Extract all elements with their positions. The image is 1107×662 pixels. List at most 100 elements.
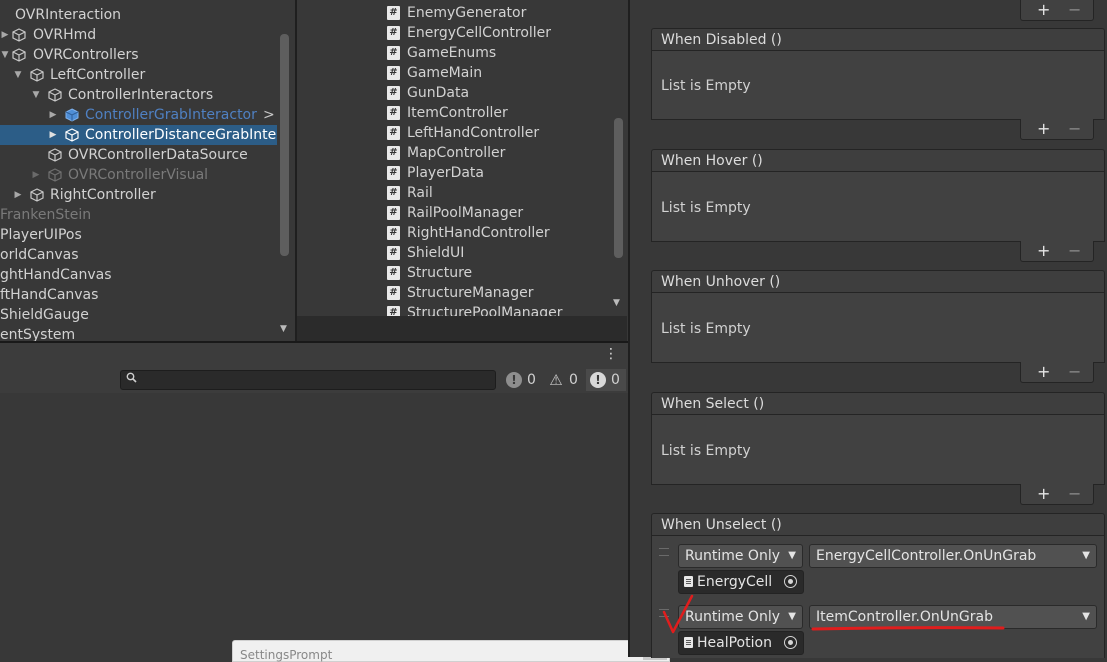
remove-listener-button[interactable]: − <box>1068 484 1081 504</box>
script-label: GameEnums <box>407 45 497 61</box>
chevron-down-icon: ▼ <box>1082 550 1090 561</box>
hierarchy-item-righthandcanvas[interactable]: ghtHandCanvas <box>0 265 280 285</box>
event-header-when-hover: When Hover () <box>651 149 1105 172</box>
project-scroll-down-icon[interactable]: ▼ <box>613 298 620 308</box>
expand-arrow-icon[interactable]: ▶ <box>13 185 23 205</box>
cube-icon <box>12 28 26 42</box>
runtime-mode-dropdown[interactable]: Runtime Only ▼ <box>678 544 803 568</box>
hash-icon: # <box>387 26 400 40</box>
hierarchy-item-label: OVRHmd <box>33 27 97 43</box>
prefab-open-chevron-icon[interactable]: > <box>263 105 275 125</box>
error-count: 0 <box>611 372 620 388</box>
hierarchy-item-label: ftHandCanvas <box>0 287 99 303</box>
log-count: 0 <box>527 372 536 388</box>
script-label: RailPoolManager <box>407 205 524 221</box>
event-header-when-disabled: When Disabled () <box>651 28 1105 51</box>
drag-handle-icon[interactable] <box>659 548 669 556</box>
expand-arrow-icon[interactable]: ▶ <box>48 125 58 145</box>
kebab-menu-icon[interactable]: ⋮ <box>604 345 618 363</box>
error-count-toggle[interactable]: ! 0 <box>586 369 626 391</box>
function-dropdown[interactable]: EnergyCellController.OnUnGrab ▼ <box>809 544 1097 568</box>
hierarchy-item-label: ControllerGrabInteractor <box>85 107 257 123</box>
expand-arrow-icon[interactable]: ▼ <box>0 45 10 65</box>
hash-icon: # <box>387 266 400 280</box>
remove-listener-button[interactable]: − <box>1068 0 1081 20</box>
warning-count-toggle[interactable]: ⚠ 0 <box>544 369 584 391</box>
document-icon <box>684 637 693 648</box>
hierarchy-panel: OVRInteraction ▶ OVRHmd ▼ OVRControllers… <box>0 0 295 341</box>
hierarchy-item-eventsystem[interactable]: entSystem <box>0 325 280 341</box>
script-label: GunData <box>407 85 470 101</box>
event-list-when-hover: List is Empty <box>651 171 1105 242</box>
target-object-field[interactable]: EnergyCell <box>678 570 804 594</box>
project-scrollbar-thumb[interactable] <box>614 118 623 258</box>
script-label: LeftHandController <box>407 125 540 141</box>
expand-arrow-icon[interactable]: ▶ <box>48 105 58 125</box>
hierarchy-item-leftcontroller[interactable]: ▼ LeftController <box>0 65 280 85</box>
hierarchy-item-label: orldCanvas <box>0 247 79 263</box>
error-icon: ! <box>590 372 606 388</box>
hierarchy-item-controllergrabinteractor[interactable]: ▶ ControllerGrabInteractor > <box>0 105 280 125</box>
event-header-when-select: When Select () <box>651 392 1105 415</box>
event-add-remove: + − <box>1020 241 1094 262</box>
chevron-down-icon: ▼ <box>1082 611 1090 622</box>
add-listener-button[interactable]: + <box>1037 362 1050 382</box>
hierarchy-item-label: ShieldGauge <box>0 307 89 323</box>
hierarchy-item-ovrcontrollerdatasource[interactable]: OVRControllerDataSource <box>0 145 280 165</box>
hierarchy-item-ovrhmd[interactable]: ▶ OVRHmd <box>0 25 280 45</box>
hierarchy-item-rightcontroller[interactable]: ▶ RightController <box>0 185 280 205</box>
hierarchy-item-label: OVRControllerVisual <box>68 167 209 183</box>
script-label: RightHandController <box>407 225 550 241</box>
hierarchy-item-ovrcontrollers[interactable]: ▼ OVRControllers <box>0 45 280 65</box>
cube-icon <box>30 68 44 82</box>
cube-icon <box>65 128 79 142</box>
hierarchy-item-controllerinteractors[interactable]: ▼ ControllerInteractors <box>0 85 280 105</box>
hierarchy-item-label: entSystem <box>0 327 76 341</box>
object-field-value: EnergyCell <box>697 574 773 590</box>
hierarchy-item-playeruipos[interactable]: PlayerUIPos <box>0 225 280 245</box>
hierarchy-scroll-down-icon[interactable]: ▼ <box>280 324 287 334</box>
script-label: EnemyGenerator <box>407 5 527 21</box>
hierarchy-scrollbar-thumb[interactable] <box>280 34 289 256</box>
hash-icon: # <box>387 286 400 300</box>
hash-icon: # <box>387 46 400 60</box>
expand-arrow-icon[interactable]: ▼ <box>31 85 41 105</box>
event-list-when-select: List is Empty <box>651 414 1105 485</box>
script-label: MapController <box>407 145 506 161</box>
target-icon[interactable] <box>784 575 797 588</box>
script-label: PlayerData <box>407 165 484 181</box>
expand-arrow-icon[interactable]: ▼ <box>13 65 23 85</box>
target-icon[interactable] <box>784 636 797 649</box>
hash-icon: # <box>387 66 400 80</box>
script-label: StructurePoolManager <box>407 305 563 316</box>
info-icon: ! <box>506 372 522 388</box>
event-header-when-unhover: When Unhover () <box>651 270 1105 293</box>
hierarchy-item-controllerdistancegrabinteractor[interactable]: ▶ ControllerDistanceGrabInte <box>0 125 277 145</box>
hierarchy-item-shieldgauge[interactable]: ShieldGauge <box>0 305 280 325</box>
hierarchy-item-frankenstein[interactable]: FrankenStein <box>0 205 280 225</box>
hash-icon: # <box>387 306 400 316</box>
add-listener-button[interactable]: + <box>1037 0 1050 20</box>
hash-icon: # <box>387 86 400 100</box>
add-listener-button[interactable]: + <box>1037 484 1050 504</box>
hierarchy-item-label: ghtHandCanvas <box>0 267 112 283</box>
add-listener-button[interactable]: + <box>1037 241 1050 261</box>
remove-listener-button[interactable]: − <box>1068 241 1081 261</box>
expand-arrow-icon[interactable]: ▶ <box>31 165 41 185</box>
hierarchy-item-worldcanvas[interactable]: orldCanvas <box>0 245 280 265</box>
hierarchy-item-ovrinteraction[interactable]: OVRInteraction <box>0 5 280 25</box>
empty-list-text: List is Empty <box>661 443 751 459</box>
add-listener-button[interactable]: + <box>1037 119 1050 139</box>
log-count-toggle[interactable]: ! 0 <box>500 369 540 391</box>
chevron-down-icon: ▼ <box>788 550 796 561</box>
hierarchy-item-label: RightController <box>50 187 156 203</box>
object-field-value: HealPotion <box>697 635 772 651</box>
console-search-input[interactable] <box>120 370 496 390</box>
remove-listener-button[interactable]: − <box>1068 119 1081 139</box>
remove-listener-button[interactable]: − <box>1068 362 1081 382</box>
event-list-when-unhover: List is Empty <box>651 292 1105 363</box>
expand-arrow-icon[interactable]: ▶ <box>0 25 10 45</box>
hierarchy-item-ovrcontrollervisual[interactable]: ▶ OVRControllerVisual <box>0 165 280 185</box>
hierarchy-item-lefthandcanvas[interactable]: ftHandCanvas <box>0 285 280 305</box>
hierarchy-item-label: PlayerUIPos <box>0 227 82 243</box>
